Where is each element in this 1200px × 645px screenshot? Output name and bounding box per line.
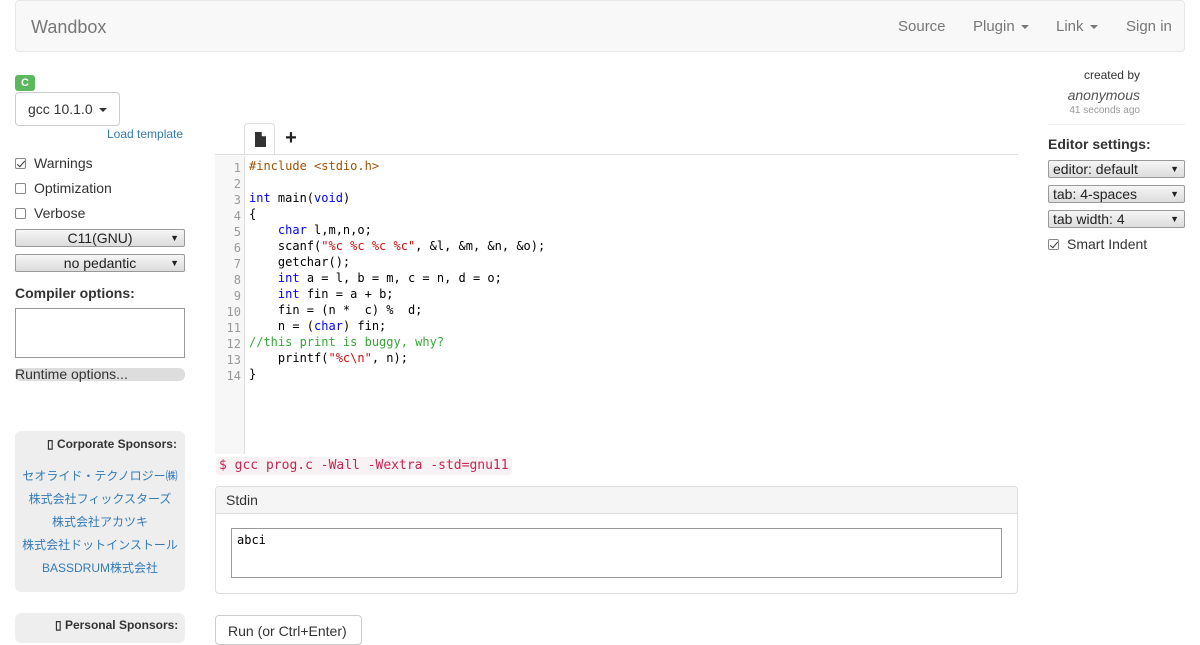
warnings-label: Warnings — [34, 155, 93, 171]
line-number: 8 — [233, 273, 241, 287]
pedantic-select[interactable]: no pedantic ▼ — [15, 254, 185, 272]
code-line[interactable]: printf("%c\n", n); — [249, 351, 408, 365]
created-by-label: created by — [1083, 68, 1140, 82]
line-number: 3 — [233, 193, 241, 207]
dropdown-arrow-icon: ▼ — [170, 258, 179, 268]
line-number: 10 — [226, 305, 241, 319]
verbose-label: Verbose — [34, 205, 86, 221]
compiler-select-button[interactable]: gcc 10.1.0 — [15, 92, 120, 126]
line-number-gutter: 1 2 3 4 5 6 7 8 9 10 11 12 13 14 — [215, 156, 245, 454]
run-button[interactable]: Run (or Ctrl+Enter) — [215, 615, 362, 645]
runtime-options-button[interactable]: Runtime options... — [15, 367, 185, 381]
file-tab[interactable] — [244, 123, 275, 154]
line-number: 5 — [233, 225, 241, 239]
corporate-sponsors-title: ▯ Corporate Sponsors: — [47, 437, 177, 451]
std-select[interactable]: C11(GNU) ▼ — [15, 229, 185, 247]
dropdown-arrow-icon: ▼ — [1170, 164, 1179, 174]
smart-indent-option[interactable]: Smart Indent — [1048, 235, 1147, 253]
plus-icon: + — [285, 127, 297, 149]
line-number: 14 — [226, 369, 241, 383]
tab-width-value: tab width: 4 — [1053, 211, 1125, 227]
smart-indent-checkbox[interactable] — [1048, 239, 1059, 250]
compiler-select-label: gcc 10.1.0 — [28, 101, 93, 117]
nav-plugin-label: Plugin — [973, 18, 1015, 35]
nav-plugin-dropdown[interactable]: Plugin — [973, 18, 1029, 35]
code-line[interactable]: scanf("%c %c %c %c", &l, &m, &n, &o); — [249, 239, 545, 253]
smart-indent-label: Smart Indent — [1067, 236, 1148, 252]
line-number: 7 — [233, 257, 241, 271]
code-line[interactable]: int fin = a + b; — [249, 287, 394, 301]
stdin-title: Stdin — [216, 487, 1017, 514]
sponsor-heart-icon: ▯ — [47, 437, 57, 451]
code-line[interactable]: } — [249, 367, 256, 381]
nav-link-dropdown[interactable]: Link — [1056, 18, 1098, 35]
editor-settings-title: Editor settings: — [1048, 136, 1151, 152]
timestamp: 41 seconds ago — [1069, 105, 1140, 116]
chevron-down-icon — [1020, 25, 1029, 30]
line-number: 4 — [233, 209, 241, 223]
tab-width-select[interactable]: tab width: 4 ▼ — [1048, 210, 1185, 228]
verbose-checkbox[interactable] — [15, 208, 26, 219]
personal-sponsors-box: ▯ Personal Sponsors: — [15, 613, 185, 643]
code-line[interactable]: n = (char) fin; — [249, 319, 386, 333]
code-line[interactable]: fin = (n * c) % d; — [249, 303, 423, 317]
line-number: 2 — [233, 177, 241, 191]
std-select-value: C11(GNU) — [67, 230, 133, 246]
chevron-down-icon — [1089, 25, 1098, 30]
nav-link-label: Link — [1056, 18, 1084, 35]
corporate-sponsors-box: ▯ Corporate Sponsors: セオライド・テクノロジー㈱ 株式会社… — [15, 431, 185, 592]
code-line[interactable]: #include <stdio.h> — [249, 159, 379, 173]
code-line[interactable]: { — [249, 207, 256, 221]
code-line[interactable]: //this print is buggy, why? — [249, 335, 444, 349]
file-icon — [255, 132, 266, 147]
compiler-options-label: Compiler options: — [15, 285, 135, 301]
top-navbar: Wandbox Source Plugin Link Sign in — [15, 0, 1185, 52]
warnings-option[interactable]: Warnings — [15, 154, 93, 172]
dropdown-arrow-icon: ▼ — [1170, 214, 1179, 224]
sponsor-link[interactable]: 株式会社アカツキ — [15, 513, 185, 530]
line-number: 12 — [226, 337, 241, 351]
editor-mode-value: editor: default — [1053, 161, 1138, 177]
dropdown-arrow-icon: ▼ — [1170, 189, 1179, 199]
line-number: 6 — [233, 241, 241, 255]
line-number: 11 — [226, 321, 241, 335]
code-line[interactable]: getchar(); — [249, 255, 350, 269]
author-name: anonymous — [1067, 87, 1140, 103]
editor-mode-select[interactable]: editor: default ▼ — [1048, 160, 1185, 178]
sponsor-link[interactable]: BASSDRUM株式会社 — [15, 559, 185, 576]
code-line[interactable]: int a = l, b = m, c = n, d = o; — [249, 271, 502, 285]
sponsor-link[interactable]: 株式会社フィックスターズ — [15, 490, 185, 507]
command-line-display: $ gcc prog.c -Wall -Wextra -std=gnu11 — [216, 457, 512, 475]
sponsor-link[interactable]: 株式会社ドットインストール — [15, 536, 185, 553]
divider — [1048, 124, 1185, 125]
chevron-down-icon — [98, 108, 107, 113]
stdin-input[interactable]: abci — [231, 528, 1002, 578]
stdin-panel: Stdin abci — [215, 486, 1018, 594]
tab-mode-value: tab: 4-spaces — [1053, 186, 1138, 202]
sponsor-link[interactable]: セオライド・テクノロジー㈱ — [15, 467, 185, 484]
optimization-option[interactable]: Optimization — [15, 179, 112, 197]
code-editor[interactable]: #include <stdio.h> int main(void) { char l… — [245, 156, 1018, 454]
code-line[interactable]: char l,m,n,o; — [249, 223, 372, 237]
corporate-sponsors-title-text: Corporate Sponsors: — [56, 437, 177, 451]
add-tab-button[interactable]: + — [282, 124, 300, 152]
pedantic-select-value: no pedantic — [63, 255, 137, 271]
verbose-option[interactable]: Verbose — [15, 204, 85, 222]
code-line[interactable]: int main(void) — [249, 191, 350, 205]
line-number: 13 — [226, 353, 241, 367]
language-badge: C — [15, 75, 35, 91]
tab-divider — [215, 154, 1018, 155]
compiler-options-input[interactable] — [15, 308, 185, 358]
nav-source-link[interactable]: Source — [898, 18, 946, 35]
load-template-link[interactable]: Load template — [107, 127, 183, 141]
line-number: 9 — [233, 289, 241, 303]
tab-mode-select[interactable]: tab: 4-spaces ▼ — [1048, 185, 1185, 203]
brand-logo[interactable]: Wandbox — [31, 17, 106, 38]
optimization-label: Optimization — [34, 180, 112, 196]
optimization-checkbox[interactable] — [15, 183, 26, 194]
warnings-checkbox[interactable] — [15, 158, 26, 169]
line-number: 1 — [233, 161, 241, 175]
dropdown-arrow-icon: ▼ — [170, 233, 179, 243]
nav-signin-link[interactable]: Sign in — [1126, 18, 1172, 35]
